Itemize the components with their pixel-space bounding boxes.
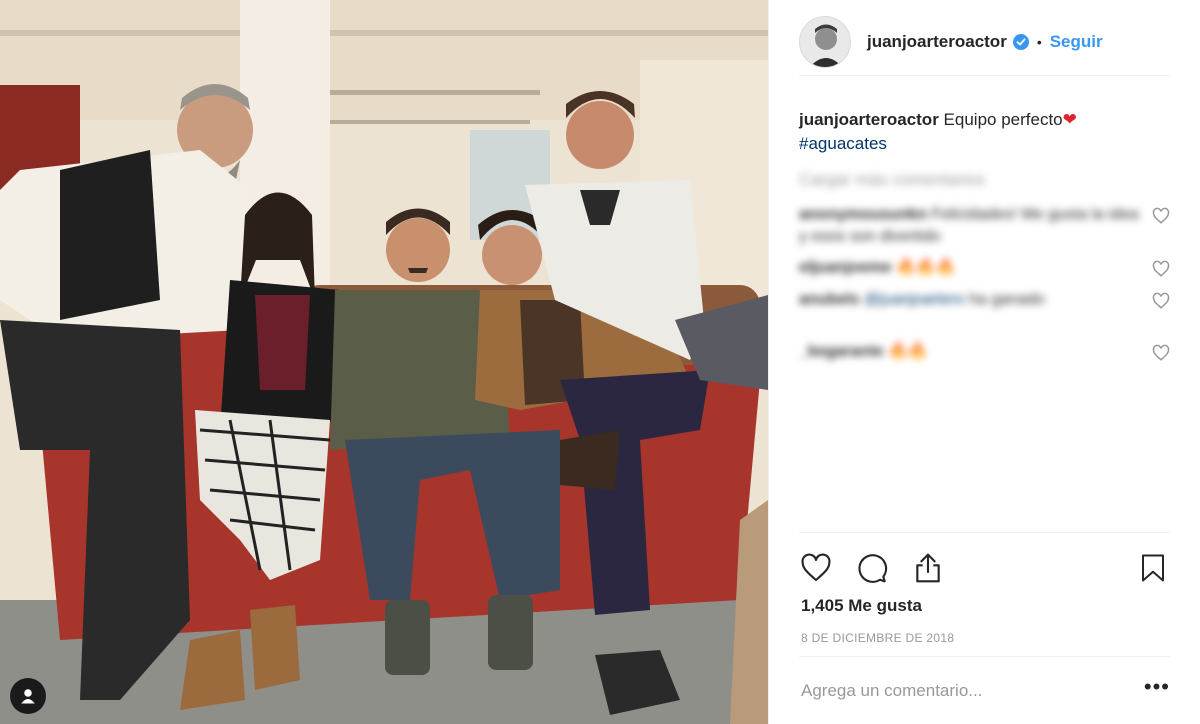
caption-text: Equipo perfecto xyxy=(943,110,1063,129)
comment-item: _kegarante 🔥🔥 xyxy=(799,341,1170,363)
avatar-image xyxy=(800,16,850,67)
comment-body: eljuanjoeme 🔥🔥🔥 xyxy=(799,257,1140,279)
user-tag-icon xyxy=(21,689,35,704)
add-comment-bar: ••• xyxy=(799,656,1170,724)
follow-button[interactable]: Seguir xyxy=(1050,32,1103,52)
more-options-button[interactable]: ••• xyxy=(1144,675,1170,700)
comment-like-icon[interactable] xyxy=(1152,207,1170,225)
comment-like-icon[interactable] xyxy=(1152,344,1170,362)
comment-item: anubels @juanjoartero ha ganado xyxy=(799,289,1170,311)
comment-username[interactable]: anubels xyxy=(799,291,859,308)
comment-like-icon[interactable] xyxy=(1152,292,1170,310)
separator-dot: • xyxy=(1036,33,1042,50)
likes-count[interactable]: 1,405 Me gusta xyxy=(801,596,922,616)
action-bar xyxy=(799,532,1170,602)
verified-badge-icon xyxy=(1012,33,1029,50)
comment-item: anonymousunkn Felicidades! Me gusta la i… xyxy=(799,204,1170,248)
comment-button[interactable] xyxy=(855,551,889,585)
user-tag-button[interactable] xyxy=(10,678,46,714)
comment-item: eljuanjoeme 🔥🔥🔥 xyxy=(799,257,1170,279)
comment-input[interactable] xyxy=(799,680,1144,701)
like-button[interactable] xyxy=(799,551,833,585)
heart-icon xyxy=(801,553,831,581)
post-photo[interactable] xyxy=(0,0,768,724)
comment-body: anubels @juanjoartero ha ganado xyxy=(799,289,1140,311)
comment-text: 🔥🔥🔥 xyxy=(895,259,956,276)
share-button[interactable] xyxy=(911,551,945,585)
avatar[interactable] xyxy=(799,15,851,68)
load-more-comments[interactable]: Cargar más comentarios xyxy=(799,170,985,190)
post-date[interactable]: 8 DE DICIEMBRE DE 2018 xyxy=(801,631,954,645)
comment-username[interactable]: _kegarante xyxy=(799,343,884,360)
hashtag-link[interactable]: #aguacates xyxy=(799,132,1170,156)
header-username[interactable]: juanjoarteroactor xyxy=(867,32,1007,52)
save-button[interactable] xyxy=(1136,551,1170,585)
comment-like-icon[interactable] xyxy=(1152,260,1170,278)
comment-text: ha ganado xyxy=(969,291,1045,308)
share-icon xyxy=(916,553,940,582)
comment-body: _kegarante 🔥🔥 xyxy=(799,341,1140,363)
bookmark-icon xyxy=(1142,554,1164,581)
comment-bubble-icon xyxy=(858,553,888,583)
comment-body: anonymousunkn Felicidades! Me gusta la i… xyxy=(799,204,1140,248)
post-header: juanjoarteroactor • Seguir xyxy=(799,15,1170,76)
post-side-panel: juanjoarteroactor • Seguir juanjoarteroa… xyxy=(768,0,1200,724)
comment-mention[interactable]: @juanjoartero xyxy=(864,291,965,308)
comment-username[interactable]: eljuanjoeme xyxy=(799,259,891,276)
comment-username[interactable]: anonymousunkn xyxy=(799,206,927,223)
caption: juanjoarteroactor Equipo perfecto❤ #agua… xyxy=(799,108,1170,156)
caption-username[interactable]: juanjoarteroactor xyxy=(799,110,939,129)
group-photo-illustration xyxy=(0,0,768,724)
comment-text: 🔥🔥 xyxy=(887,343,928,360)
heart-emoji: ❤ xyxy=(1062,110,1077,129)
